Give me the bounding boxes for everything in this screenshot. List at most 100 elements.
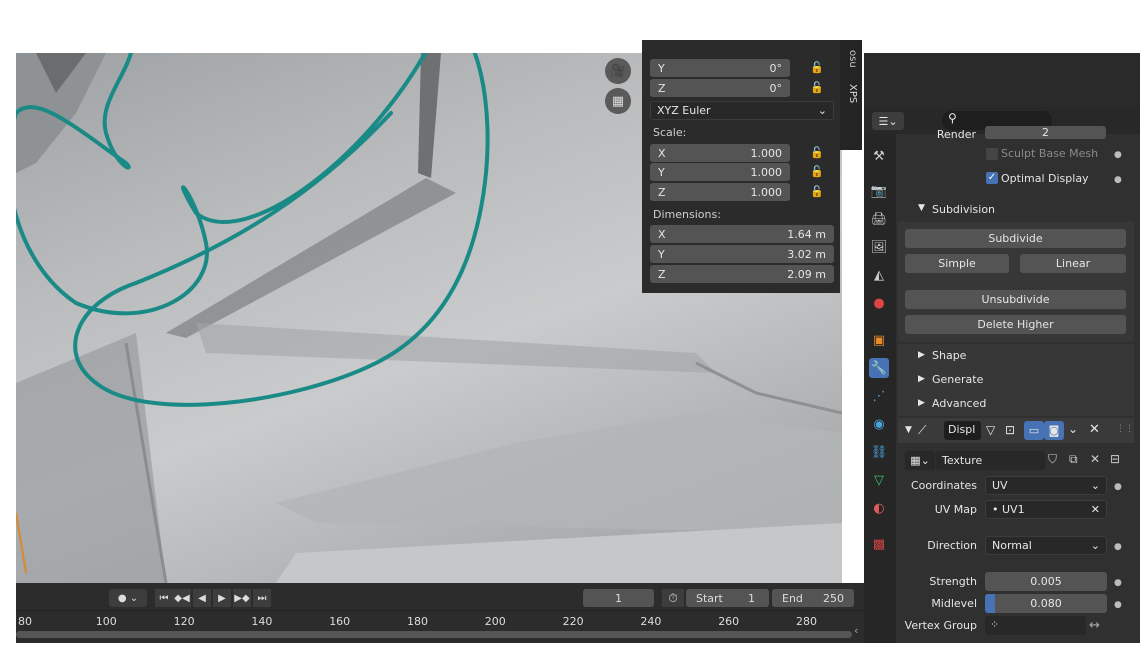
uv-map-select[interactable]: • UV1 ✕ bbox=[985, 500, 1107, 519]
rotation-y-field[interactable]: Y 0° bbox=[650, 59, 790, 77]
start-frame-field[interactable]: Start 1 bbox=[686, 589, 769, 607]
cage-icon[interactable]: ⊡ bbox=[1005, 423, 1015, 437]
modifier-name-field[interactable]: Displ bbox=[944, 421, 981, 440]
end-label: End bbox=[782, 591, 803, 605]
vertex-group-field[interactable]: ⁘ bbox=[985, 616, 1086, 635]
end-frame-field[interactable]: End 250 bbox=[772, 589, 854, 607]
texture-browse-button[interactable]: ▦⌄ bbox=[905, 451, 935, 470]
field-value: 0° bbox=[769, 61, 783, 75]
strength-value: 0.005 bbox=[1030, 575, 1062, 588]
texture-properties-icon[interactable]: ⊟ bbox=[1110, 452, 1120, 466]
scale-x-field[interactable]: X 1.000 bbox=[650, 144, 790, 162]
simple-button[interactable]: Simple bbox=[905, 254, 1009, 273]
direction-label: Direction bbox=[927, 539, 977, 552]
scale-y-field[interactable]: Y 1.000 bbox=[650, 163, 790, 181]
generate-header[interactable]: Generate bbox=[932, 373, 983, 386]
ortho-toggle-button[interactable]: ▦ bbox=[605, 88, 631, 114]
expand-down-icon[interactable]: ▼ bbox=[905, 425, 912, 435]
dimension-x-field[interactable]: X 1.64 m bbox=[650, 225, 834, 243]
object-icon[interactable]: ▣ bbox=[869, 330, 889, 350]
optimal-display-checkbox[interactable]: ✓ bbox=[986, 172, 998, 184]
keyframe-dot[interactable]: ● bbox=[1114, 150, 1122, 160]
close-icon[interactable]: ✕ bbox=[1091, 503, 1100, 516]
drag-handle-icon[interactable]: ⋮⋮ bbox=[1116, 424, 1134, 434]
rotation-mode-select[interactable]: XYZ Euler ⌄ bbox=[650, 101, 834, 120]
play-button[interactable]: ▶ bbox=[213, 589, 231, 607]
dimensions-label: Dimensions: bbox=[653, 208, 721, 221]
delete-higher-button[interactable]: Delete Higher bbox=[905, 315, 1126, 334]
tab-xps[interactable]: XPS bbox=[842, 84, 858, 110]
current-frame-field[interactable]: 1 bbox=[583, 589, 654, 607]
dimension-z-field[interactable]: Z 2.09 m bbox=[650, 265, 834, 283]
scale-z-field[interactable]: Z 1.000 bbox=[650, 183, 790, 201]
chevron-down-icon: ⌄ bbox=[817, 104, 827, 117]
frame-tick-label: 180 bbox=[407, 615, 428, 628]
keyframe-dot[interactable]: ● bbox=[1114, 578, 1122, 588]
stopwatch-icon[interactable]: ⏱ bbox=[662, 589, 684, 607]
lock-icon[interactable]: 🔓 bbox=[810, 61, 824, 74]
unlink-icon[interactable]: ✕ bbox=[1090, 452, 1100, 466]
midlevel-fill bbox=[985, 594, 995, 613]
jump-end-button[interactable]: ⏭ bbox=[253, 589, 271, 607]
rotation-mode-value: XYZ Euler bbox=[657, 104, 711, 117]
lock-icon[interactable]: 🔓 bbox=[810, 165, 824, 178]
frame-tick-label: 120 bbox=[173, 615, 195, 628]
jump-start-button[interactable]: ⏮ bbox=[155, 589, 173, 607]
close-icon[interactable]: ✕ bbox=[1089, 422, 1100, 437]
keyframe-dot[interactable]: ● bbox=[1114, 600, 1122, 610]
uv-map-name: UV1 bbox=[1002, 503, 1025, 516]
render-icon[interactable]: 📷 bbox=[869, 181, 889, 201]
chevron-left-icon[interactable]: ‹ bbox=[854, 624, 858, 637]
keying-button[interactable]: ● ⌄ bbox=[109, 589, 147, 607]
linear-button[interactable]: Linear bbox=[1020, 254, 1126, 273]
texture-icon[interactable]: ▩ bbox=[869, 534, 889, 554]
keyframe-dot[interactable]: ● bbox=[1114, 482, 1122, 492]
play-reverse-button[interactable]: ◀ bbox=[193, 589, 211, 607]
texture-name-field[interactable]: Texture bbox=[936, 451, 1045, 470]
constraints-icon[interactable]: ⛓ bbox=[869, 442, 889, 462]
subdivide-button[interactable]: Subdivide bbox=[905, 229, 1126, 248]
coordinates-select[interactable]: UV ⌄ bbox=[985, 476, 1107, 495]
shape-header[interactable]: Shape bbox=[932, 349, 966, 362]
sculpt-base-mesh-label: Sculpt Base Mesh bbox=[1001, 147, 1099, 160]
view-layer-icon[interactable]: 🖼 bbox=[869, 237, 889, 257]
dimension-y-field[interactable]: Y 3.02 m bbox=[650, 245, 834, 263]
direction-select[interactable]: Normal ⌄ bbox=[985, 536, 1107, 555]
duplicate-icon[interactable]: ⧉ bbox=[1069, 452, 1078, 467]
data-icon[interactable]: ▽ bbox=[869, 470, 889, 490]
render-levels-field[interactable]: 2 bbox=[985, 126, 1106, 139]
sculpt-base-mesh-checkbox[interactable] bbox=[986, 148, 998, 160]
next-keyframe-button[interactable]: ▶◆ bbox=[233, 589, 251, 607]
render-toggle[interactable]: ◙ bbox=[1044, 421, 1064, 440]
output-icon[interactable]: 🖨 bbox=[869, 209, 889, 229]
strength-field[interactable]: 0.005 bbox=[985, 572, 1107, 591]
monitor-icon: ▭ bbox=[1028, 424, 1040, 437]
lock-icon[interactable]: 🔓 bbox=[810, 81, 824, 94]
advanced-header[interactable]: Advanced bbox=[932, 397, 986, 410]
unsubdivide-button[interactable]: Unsubdivide bbox=[905, 290, 1126, 309]
keyframe-dot[interactable]: ● bbox=[1114, 542, 1122, 552]
chevron-down-icon[interactable]: ⌄ bbox=[1068, 422, 1078, 436]
world-icon[interactable]: ● bbox=[869, 293, 889, 313]
camera-view-button[interactable]: 🎥 bbox=[605, 58, 631, 84]
tab-partial[interactable]: osu bbox=[842, 50, 858, 72]
invert-arrows-icon[interactable]: ↔ bbox=[1089, 618, 1100, 633]
camera-icon: ◙ bbox=[1048, 424, 1060, 437]
edit-mode-icon[interactable]: ▽ bbox=[986, 423, 995, 437]
physics-icon[interactable]: ◉ bbox=[869, 414, 889, 434]
rotation-z-field[interactable]: Z 0° bbox=[650, 79, 790, 97]
material-icon[interactable]: ◐ bbox=[869, 498, 889, 518]
lock-icon[interactable]: 🔓 bbox=[810, 146, 824, 159]
modifier-icon[interactable]: 🔧 bbox=[869, 358, 889, 378]
particles-icon[interactable]: ⋰ bbox=[869, 386, 889, 406]
keyframe-dot[interactable]: ● bbox=[1114, 175, 1122, 185]
vertex-group-label: Vertex Group bbox=[904, 619, 977, 632]
timeline-scrollbar[interactable] bbox=[16, 631, 852, 638]
fake-user-icon[interactable]: ⛉ bbox=[1048, 452, 1057, 467]
prev-keyframe-button[interactable]: ◆◀ bbox=[173, 589, 191, 607]
midlevel-slider[interactable]: 0.080 bbox=[985, 594, 1107, 613]
tool-icon[interactable]: ⚒ bbox=[869, 146, 889, 166]
lock-icon[interactable]: 🔓 bbox=[810, 185, 824, 198]
scene-icon[interactable]: ◭ bbox=[869, 265, 889, 285]
viewport-display-toggle[interactable]: ▭ bbox=[1024, 421, 1044, 440]
